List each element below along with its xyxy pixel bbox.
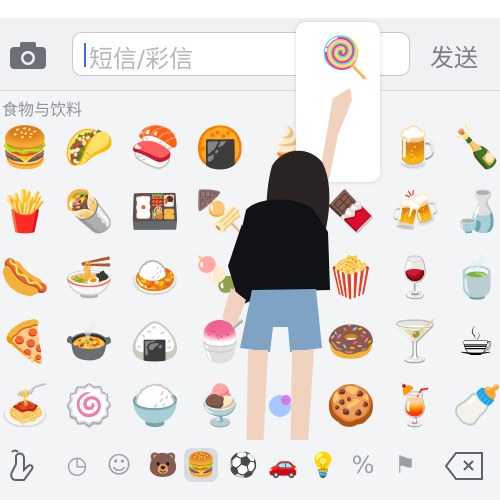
send-button[interactable]: 发送 (430, 38, 478, 73)
emoji-item[interactable]: 🍲 (64, 318, 114, 366)
flag-icon[interactable]: ⚑ (388, 448, 422, 482)
emoji-item[interactable]: 🍼 (452, 382, 500, 430)
emoji-grid: 🍔 🌮 🍣 🍘 🍦 🍺 🍾 🍟 🌯 🍱 🍢 🍫 🍻 🍶 🌭 🍜 🍛 🍡 🍿 🍷 … (0, 116, 500, 436)
emoji-item[interactable]: 🍨 (195, 382, 245, 430)
emoji-item[interactable]: 🍹 (390, 382, 440, 430)
emoji-item[interactable]: 🍿 (326, 254, 376, 302)
emoji-item[interactable]: 🍝 (0, 382, 50, 430)
emoji-item[interactable]: 🍧 (195, 318, 245, 366)
emoji-item[interactable]: 🌮 (64, 124, 114, 172)
message-placeholder: 短信/彩信 (89, 45, 194, 73)
emoji-item[interactable]: 🍡 (195, 254, 245, 302)
emoji-item[interactable]: 🍥 (64, 382, 114, 430)
emoji-item[interactable]: 🍕 (0, 318, 50, 366)
clock-icon[interactable]: ◷ (60, 448, 94, 482)
emoji-item[interactable]: 🍢 (195, 188, 245, 236)
car-icon[interactable]: 🚗 (266, 448, 300, 482)
emoji-item[interactable]: ☕ (452, 318, 500, 366)
smiley-icon[interactable]: ☺ (102, 448, 136, 482)
top-strip (0, 0, 500, 18)
emoji-item[interactable]: 🍻 (390, 188, 440, 236)
emoji-item[interactable]: 🍚 (130, 382, 180, 430)
emoji-item[interactable]: 🍔 (0, 124, 50, 172)
emoji-preview-popup: 🍭 (296, 22, 380, 182)
emoji-item[interactable]: 🍾 (452, 124, 500, 172)
emoji-item[interactable]: 🌯 (64, 188, 114, 236)
symbols-icon[interactable]: % (346, 448, 380, 482)
emoji-item[interactable]: 🍙 (130, 318, 180, 366)
ball-icon[interactable]: ⚽ (226, 448, 260, 482)
emoji-item[interactable]: 🍶 (452, 188, 500, 236)
emoji-item[interactable]: 🍩 (326, 318, 376, 366)
delete-icon[interactable] (444, 450, 486, 482)
preview-emoji: 🍭 (320, 35, 370, 81)
bear-icon[interactable]: 🐻 (146, 448, 180, 482)
food-icon[interactable]: 🍔 (184, 448, 218, 482)
bulb-icon[interactable]: 💡 (306, 448, 340, 482)
emoji-item[interactable]: 🍟 (0, 188, 50, 236)
emoji-item[interactable]: 🍱 (130, 188, 180, 236)
emoji-item[interactable]: 🍣 (130, 124, 180, 172)
gesture-icon[interactable] (4, 446, 44, 486)
emoji-item[interactable]: 🍪 (326, 382, 376, 430)
text-caret (84, 43, 86, 67)
emoji-item[interactable]: 🍸 (390, 318, 440, 366)
emoji-item[interactable]: 🍫 (326, 188, 376, 236)
camera-icon[interactable] (8, 39, 48, 71)
message-bar: 短信/彩信 发送 (0, 18, 500, 91)
emoji-item[interactable]: 🍛 (130, 254, 180, 302)
emoji-item[interactable]: 🍘 (195, 124, 245, 172)
emoji-item[interactable]: 🌭 (0, 254, 50, 302)
emoji-item[interactable]: 🍜 (64, 254, 114, 302)
emoji-item[interactable]: 🍵 (452, 254, 500, 302)
emoji-item[interactable]: 🍺 (390, 124, 440, 172)
emoji-item[interactable]: 🍷 (390, 254, 440, 302)
